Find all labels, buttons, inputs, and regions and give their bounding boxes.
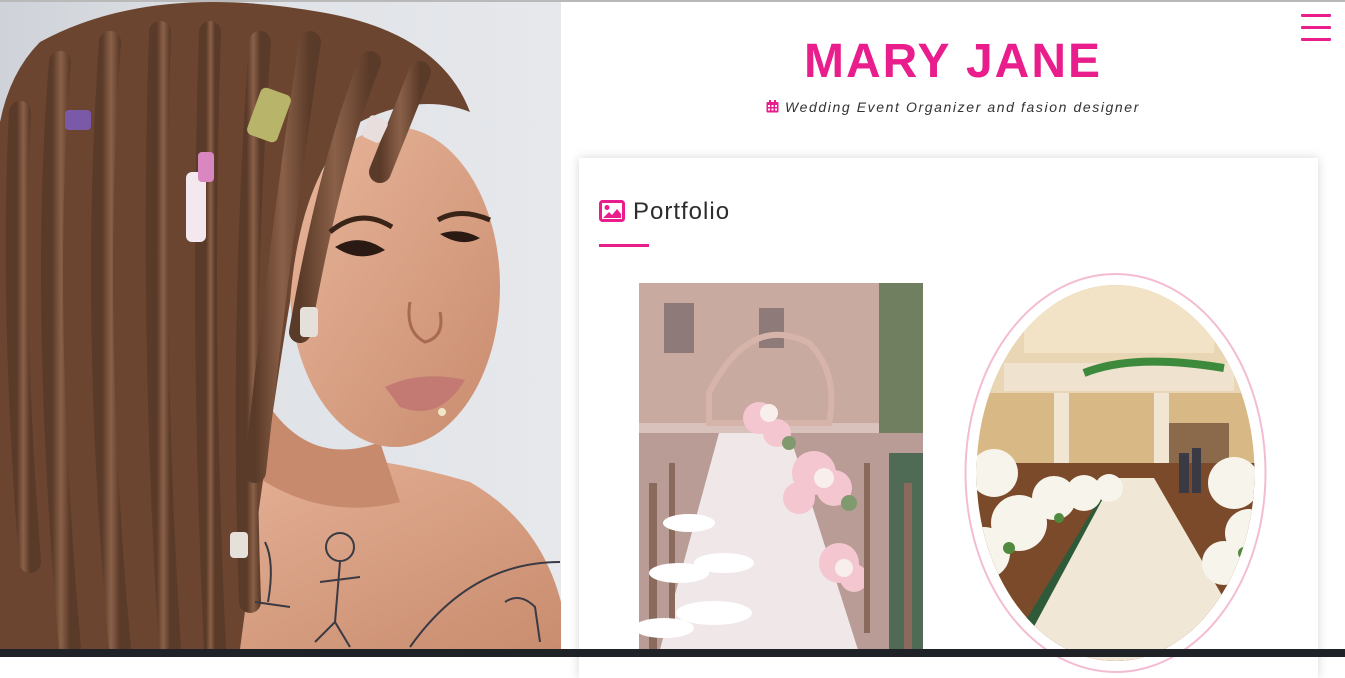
subtitle-text: Wedding Event Organizer and fasion desig… xyxy=(785,99,1140,115)
menu-bar xyxy=(1301,26,1331,29)
image-icon xyxy=(599,200,625,229)
aisle-photo-illustration xyxy=(964,273,1267,673)
taskbar xyxy=(0,649,1345,657)
calendar-icon xyxy=(766,100,779,116)
table-photo-illustration xyxy=(639,283,923,653)
heading-underline xyxy=(599,244,649,247)
profile-name: MARY JANE xyxy=(803,35,1103,88)
portfolio-heading: Portfolio xyxy=(599,198,730,229)
profile-photo xyxy=(0,2,561,649)
profile-subtitle: Wedding Event Organizer and fasion desig… xyxy=(561,99,1345,116)
portfolio-card: Portfolio xyxy=(579,158,1318,678)
portfolio-image-table[interactable] xyxy=(639,283,923,653)
portfolio-title: Portfolio xyxy=(633,198,731,225)
profile-photo-illustration xyxy=(0,2,561,649)
menu-bar xyxy=(1301,14,1331,17)
portfolio-image-aisle[interactable] xyxy=(964,273,1267,673)
